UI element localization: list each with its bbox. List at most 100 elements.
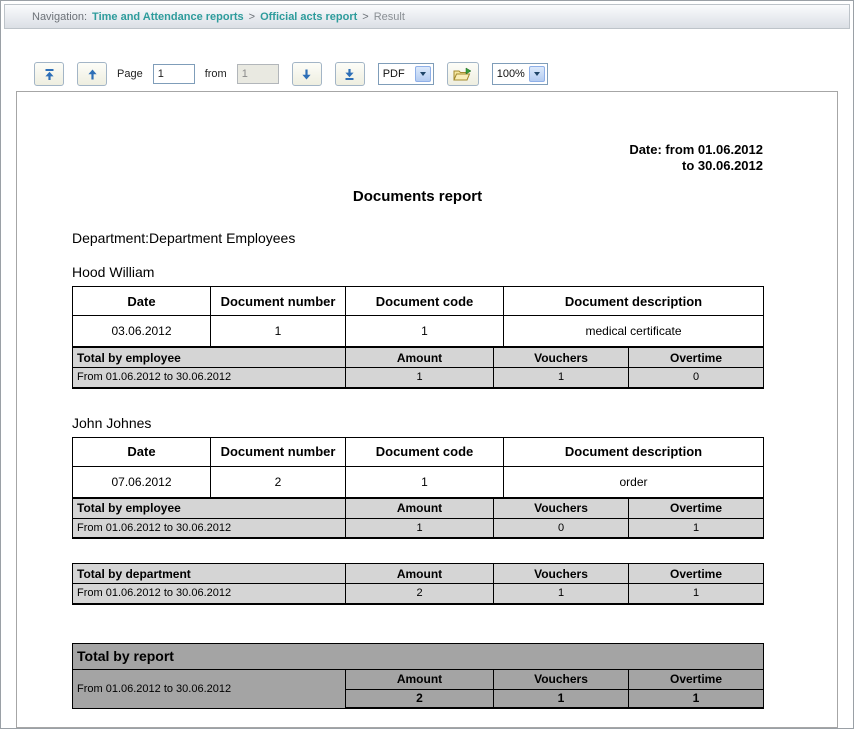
table-row: 03.06.2012 1 1 medical certificate bbox=[73, 316, 764, 347]
doc-cell-code: 1 bbox=[346, 466, 504, 497]
from-label: from bbox=[205, 68, 227, 80]
total-vouchers: 1 bbox=[494, 689, 629, 708]
total-header-vouchers: Vouchers bbox=[494, 348, 629, 368]
total-header-vouchers: Vouchers bbox=[494, 669, 629, 689]
total-header-amount: Amount bbox=[346, 669, 494, 689]
export-button[interactable] bbox=[447, 62, 479, 86]
doc-header-date: Date bbox=[73, 287, 211, 316]
total-amount: 1 bbox=[346, 368, 494, 388]
total-amount: 2 bbox=[346, 689, 494, 708]
doc-cell-number: 2 bbox=[211, 466, 346, 497]
report-body: Date: from 01.06.2012 to 30.06.2012 Docu… bbox=[72, 142, 763, 709]
report-viewer: Date: from 01.06.2012 to 30.06.2012 Docu… bbox=[16, 91, 838, 728]
page-input[interactable] bbox=[153, 64, 195, 84]
table-header-row: Date Document number Document code Docum… bbox=[73, 287, 764, 316]
documents-table: Date Document number Document code Docum… bbox=[72, 286, 764, 347]
toolbar: Page from PDF bbox=[1, 29, 853, 91]
table-row: Total by report bbox=[73, 643, 764, 669]
total-header-overtime: Overtime bbox=[629, 498, 764, 518]
breadcrumb-link-official-acts-report[interactable]: Official acts report bbox=[260, 11, 357, 23]
doc-header-description: Document description bbox=[504, 437, 764, 466]
breadcrumb-link-time-attendance-reports[interactable]: Time and Attendance reports bbox=[92, 11, 244, 23]
breadcrumb-separator: > bbox=[249, 11, 255, 23]
table-row: From 01.06.2012 to 30.06.2012 Amount Vou… bbox=[73, 669, 764, 689]
report-date-range: Date: from 01.06.2012 to 30.06.2012 bbox=[72, 142, 763, 174]
zoom-select[interactable]: 100% bbox=[492, 63, 548, 85]
report-total-label: Total by report bbox=[73, 643, 764, 669]
table-header-row: Date Document number Document code Docum… bbox=[73, 437, 764, 466]
total-pages-input bbox=[237, 64, 279, 84]
department-label: Department: bbox=[72, 230, 149, 246]
employee-total-label: Total by employee bbox=[73, 348, 346, 368]
report-date-line1: Date: from 01.06.2012 bbox=[72, 142, 763, 158]
zoom-select-value: 100% bbox=[493, 68, 529, 80]
total-overtime: 1 bbox=[629, 689, 764, 708]
total-amount: 1 bbox=[346, 518, 494, 538]
doc-header-number: Document number bbox=[211, 287, 346, 316]
first-page-button[interactable] bbox=[34, 62, 64, 86]
doc-cell-date: 03.06.2012 bbox=[73, 316, 211, 347]
total-header-vouchers: Vouchers bbox=[494, 564, 629, 584]
employee-total-label: Total by employee bbox=[73, 498, 346, 518]
total-header-amount: Amount bbox=[346, 348, 494, 368]
table-row: 07.06.2012 2 1 order bbox=[73, 466, 764, 497]
first-page-icon bbox=[43, 68, 56, 81]
doc-header-number: Document number bbox=[211, 437, 346, 466]
employee-name: Hood William bbox=[72, 264, 763, 280]
total-header-overtime: Overtime bbox=[629, 669, 764, 689]
total-vouchers: 0 bbox=[494, 518, 629, 538]
department-total-label: Total by department bbox=[73, 564, 346, 584]
report-title: Documents report bbox=[72, 188, 763, 205]
department-value: Department Employees bbox=[149, 230, 295, 246]
employee-total-table: Total by employee Amount Vouchers Overti… bbox=[72, 347, 764, 389]
total-overtime: 1 bbox=[629, 584, 764, 604]
doc-header-code: Document code bbox=[346, 287, 504, 316]
total-period: From 01.06.2012 to 30.06.2012 bbox=[73, 584, 346, 604]
breadcrumb-current: Result bbox=[374, 11, 405, 23]
table-row: From 01.06.2012 to 30.06.2012 1 1 0 bbox=[73, 368, 764, 388]
total-header-overtime: Overtime bbox=[629, 564, 764, 584]
doc-header-date: Date bbox=[73, 437, 211, 466]
next-page-icon bbox=[300, 68, 313, 81]
page: Navigation: Time and Attendance reports … bbox=[0, 0, 854, 729]
chevron-down-icon bbox=[529, 66, 545, 82]
department-line: Department:Department Employees bbox=[72, 230, 763, 246]
total-period: From 01.06.2012 to 30.06.2012 bbox=[73, 669, 346, 708]
table-row: Total by employee Amount Vouchers Overti… bbox=[73, 498, 764, 518]
doc-cell-number: 1 bbox=[211, 316, 346, 347]
total-header-vouchers: Vouchers bbox=[494, 498, 629, 518]
table-row: From 01.06.2012 to 30.06.2012 2 1 1 bbox=[73, 584, 764, 604]
table-row: From 01.06.2012 to 30.06.2012 1 0 1 bbox=[73, 518, 764, 538]
last-page-icon bbox=[343, 68, 356, 81]
total-header-overtime: Overtime bbox=[629, 348, 764, 368]
documents-table: Date Document number Document code Docum… bbox=[72, 437, 764, 498]
breadcrumb-separator: > bbox=[362, 11, 368, 23]
doc-cell-date: 07.06.2012 bbox=[73, 466, 211, 497]
total-vouchers: 1 bbox=[494, 584, 629, 604]
total-period: From 01.06.2012 to 30.06.2012 bbox=[73, 368, 346, 388]
total-overtime: 0 bbox=[629, 368, 764, 388]
total-overtime: 1 bbox=[629, 518, 764, 538]
format-select[interactable]: PDF bbox=[378, 63, 434, 85]
export-icon bbox=[453, 67, 472, 82]
last-page-button[interactable] bbox=[335, 62, 365, 86]
employee-name: John Johnes bbox=[72, 415, 763, 431]
total-period: From 01.06.2012 to 30.06.2012 bbox=[73, 518, 346, 538]
total-vouchers: 1 bbox=[494, 368, 629, 388]
total-header-amount: Amount bbox=[346, 564, 494, 584]
total-header-amount: Amount bbox=[346, 498, 494, 518]
doc-cell-description: order bbox=[504, 466, 764, 497]
table-row: Total by employee Amount Vouchers Overti… bbox=[73, 348, 764, 368]
prev-page-icon bbox=[86, 68, 99, 81]
chevron-down-icon bbox=[415, 66, 431, 82]
page-label: Page bbox=[117, 68, 143, 80]
doc-header-code: Document code bbox=[346, 437, 504, 466]
next-page-button[interactable] bbox=[292, 62, 322, 86]
department-total-table: Total by department Amount Vouchers Over… bbox=[72, 563, 764, 605]
doc-cell-description: medical certificate bbox=[504, 316, 764, 347]
doc-cell-code: 1 bbox=[346, 316, 504, 347]
report-total-table: Total by report From 01.06.2012 to 30.06… bbox=[72, 643, 764, 710]
total-amount: 2 bbox=[346, 584, 494, 604]
breadcrumb-label: Navigation: bbox=[32, 11, 87, 23]
prev-page-button[interactable] bbox=[77, 62, 107, 86]
